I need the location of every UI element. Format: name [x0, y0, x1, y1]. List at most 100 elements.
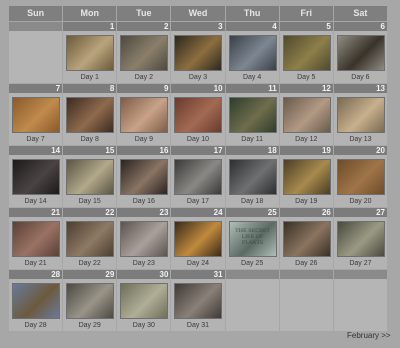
calendar-day: 20 Day 20	[333, 146, 387, 207]
calendar-day: 8 Day 8	[63, 84, 117, 145]
day-label: Day 31	[186, 322, 210, 329]
calendar-day: 9 Day 9	[117, 84, 171, 145]
calendar-day: 16 Day 16	[117, 146, 171, 207]
day-number: 31	[171, 270, 225, 279]
day-number: 25	[225, 208, 279, 217]
calendar-grid: 1 Day 1 2 Day 2 3 Day 3 4 Day 4 5 Day 5 6 Day 6 7 Day…	[9, 22, 387, 331]
calendar-day: 25 THE SECRET LIFE OF PLANTS Day 25	[225, 208, 279, 269]
calendar-day: 30 Day 30	[117, 270, 171, 331]
calendar-day: 4 Day 4	[225, 22, 279, 83]
day-thumbnail[interactable]	[282, 221, 331, 257]
day-thumbnail[interactable]	[336, 97, 385, 133]
day-label: Day 12	[295, 136, 318, 143]
day-label: Day 18	[241, 198, 264, 205]
calendar-day: 21 Day 21	[9, 208, 63, 269]
day-thumbnail[interactable]	[66, 283, 115, 319]
day-label: Day 29	[78, 322, 101, 329]
day-number: 15	[63, 146, 117, 155]
weekday-mon: Mon	[63, 6, 117, 21]
day-label: Day 6	[351, 74, 370, 81]
day-thumbnail[interactable]	[174, 35, 223, 71]
day-thumbnail[interactable]	[66, 159, 115, 195]
day-thumbnail[interactable]	[282, 159, 331, 195]
day-label: Day 1	[80, 74, 99, 81]
day-thumbnail[interactable]	[120, 97, 169, 133]
day-thumbnail[interactable]	[336, 221, 385, 257]
day-thumbnail[interactable]	[336, 35, 385, 71]
calendar-day: 23 Day 23	[117, 208, 171, 269]
day-number: 20	[333, 146, 387, 155]
day-number: 10	[171, 84, 225, 93]
calendar-day: 3 Day 3	[171, 22, 225, 83]
day-number: 2	[117, 22, 171, 31]
day-thumbnail[interactable]: THE SECRET LIFE OF PLANTS	[228, 221, 277, 257]
day-label: Day 4	[242, 74, 262, 81]
day-thumbnail[interactable]	[336, 159, 385, 195]
calendar: Sun Mon Tue Wed Thu Fri Sat 1 Day 1 2 Day 2…	[9, 6, 387, 331]
day-number: 21	[9, 208, 63, 217]
day-thumbnail[interactable]	[12, 159, 60, 195]
day-thumbnail[interactable]	[228, 35, 277, 71]
calendar-day: 6 Day 6	[333, 22, 387, 83]
calendar-day: 26 Day 26	[279, 208, 333, 269]
day-number: 26	[279, 208, 333, 217]
day-thumbnail[interactable]	[120, 283, 169, 319]
calendar-day: 7 Day 7	[9, 84, 63, 145]
day-label: Day 2	[134, 74, 153, 81]
day-number: 27	[333, 208, 387, 217]
day-label: Day 7	[26, 136, 45, 143]
empty-day	[225, 270, 279, 331]
day-number: 22	[63, 208, 117, 217]
calendar-day: 31 Day 31	[171, 270, 225, 331]
day-thumbnail[interactable]	[174, 159, 223, 195]
day-number: 5	[279, 22, 333, 31]
day-thumbnail[interactable]	[120, 159, 169, 195]
day-thumbnail[interactable]	[174, 283, 223, 319]
day-number: 11	[225, 84, 279, 93]
day-thumbnail[interactable]	[12, 283, 60, 319]
day-thumbnail[interactable]	[228, 159, 277, 195]
day-label: Day 16	[132, 198, 155, 205]
day-thumbnail[interactable]	[66, 35, 115, 71]
day-thumbnail[interactable]	[120, 35, 169, 71]
day-thumbnail[interactable]	[282, 97, 331, 133]
day-label: Day 9	[134, 136, 153, 143]
calendar-day: 18 Day 18	[225, 146, 279, 207]
day-thumbnail[interactable]	[282, 35, 331, 71]
next-month-link[interactable]: February >>	[347, 331, 391, 340]
thumbnail-caption: THE SECRET LIFE OF PLANTS	[235, 228, 270, 246]
empty-day	[333, 270, 387, 331]
day-label: Day 20	[349, 198, 372, 205]
day-number: 19	[279, 146, 333, 155]
calendar-day: 27 Day 27	[333, 208, 387, 269]
day-thumbnail[interactable]	[174, 221, 223, 257]
day-label: Day 8	[80, 136, 99, 143]
day-number: 12	[279, 84, 333, 93]
day-number: 28	[9, 270, 63, 279]
day-number: 14	[9, 146, 63, 155]
calendar-day: 24 Day 24	[171, 208, 225, 269]
calendar-day: 5 Day 5	[279, 22, 333, 83]
empty-day-bar	[279, 270, 333, 279]
day-thumbnail[interactable]	[12, 221, 60, 257]
calendar-day: 28 Day 28	[9, 270, 63, 331]
day-number: 30	[117, 270, 171, 279]
day-thumbnail[interactable]	[12, 97, 60, 133]
day-label: Day 19	[295, 198, 318, 205]
day-thumbnail[interactable]	[66, 97, 115, 133]
day-number: 7	[9, 84, 63, 93]
day-thumbnail[interactable]	[228, 97, 277, 133]
day-thumbnail[interactable]	[66, 221, 115, 257]
day-thumbnail[interactable]	[174, 97, 223, 133]
day-label: Day 14	[24, 198, 47, 205]
empty-day-bar	[333, 270, 387, 279]
calendar-day: 17 Day 17	[171, 146, 225, 207]
calendar-day: 22 Day 22	[63, 208, 117, 269]
day-label: Day 21	[24, 260, 47, 267]
day-label: Day 27	[349, 260, 372, 267]
day-label: Day 25	[241, 260, 264, 267]
day-label: Day 5	[297, 74, 316, 81]
day-thumbnail[interactable]	[120, 221, 169, 257]
weekday-thu: Thu	[225, 6, 279, 21]
day-number: 16	[117, 146, 171, 155]
